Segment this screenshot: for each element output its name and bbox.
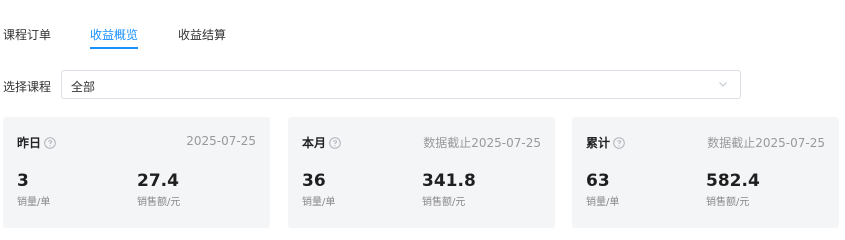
tab-revenue-settlement[interactable]: 收益结算 (178, 26, 226, 43)
sales-amount-value: 341.8 (422, 171, 476, 191)
sales-amount-unit: 销售额/元 (137, 197, 181, 208)
sales-count-value: 3 (17, 171, 29, 191)
sales-amount-metric: 582.4 销售额/元 (706, 171, 760, 208)
sales-count-value: 63 (586, 171, 610, 191)
sales-amount-metric: 27.4 销售额/元 (137, 171, 180, 208)
tab-revenue-overview[interactable]: 收益概览 (90, 26, 139, 49)
card-date: 2025-07-25 (186, 134, 256, 148)
sales-amount-metric: 341.8 销售额/元 (422, 171, 476, 208)
card-title-text: 本月 (302, 136, 327, 150)
card-title: 本月 (302, 134, 341, 151)
tab-course-orders[interactable]: 课程订单 (3, 26, 51, 43)
course-select[interactable]: 全部 (61, 70, 741, 99)
card-title-text: 累计 (586, 136, 611, 150)
course-filter-label: 选择课程 (3, 80, 52, 94)
sales-amount-unit: 销售额/元 (706, 197, 750, 208)
sales-count-metric: 3 销量/单 (17, 171, 50, 208)
sales-count-unit: 销量/单 (17, 197, 51, 208)
card-date: 数据截止2025-07-25 (423, 136, 541, 150)
card-title: 昨日 (17, 134, 56, 151)
sales-count-metric: 36 销量/单 (302, 171, 335, 208)
card-date: 数据截止2025-07-25 (707, 136, 825, 150)
sales-amount-unit: 销售额/元 (422, 197, 466, 208)
stats-cards: 昨日 2025-07-25 3 销量/单 27.4 销售额/元 本月 数据截止2… (0, 117, 845, 229)
course-select-value: 全部 (71, 80, 96, 94)
chevron-down-icon (719, 82, 727, 87)
card-title: 累计 (586, 134, 625, 151)
sales-count-unit: 销量/单 (586, 197, 620, 208)
question-circle-icon[interactable] (613, 137, 625, 149)
course-filter: 选择课程 全部 (0, 70, 845, 101)
sales-amount-value: 27.4 (137, 171, 179, 191)
stats-card-cumulative: 累计 数据截止2025-07-25 63 销量/单 582.4 销售额/元 (572, 117, 839, 228)
card-title-text: 昨日 (17, 136, 42, 150)
sales-count-value: 36 (302, 171, 326, 191)
sales-amount-value: 582.4 (706, 171, 760, 191)
revenue-overview-page: 课程订单 收益概览 收益结算 选择课程 全部 昨日 2025-07-25 3 销… (0, 0, 845, 240)
stats-card-yesterday: 昨日 2025-07-25 3 销量/单 27.4 销售额/元 (3, 117, 270, 228)
tab-bar: 课程订单 收益概览 收益结算 (0, 26, 226, 56)
question-circle-icon[interactable] (44, 137, 56, 149)
question-circle-icon[interactable] (329, 137, 341, 149)
sales-count-unit: 销量/单 (302, 197, 336, 208)
sales-count-metric: 63 销量/单 (586, 171, 619, 208)
stats-card-this-month: 本月 数据截止2025-07-25 36 销量/单 341.8 销售额/元 (288, 117, 555, 228)
